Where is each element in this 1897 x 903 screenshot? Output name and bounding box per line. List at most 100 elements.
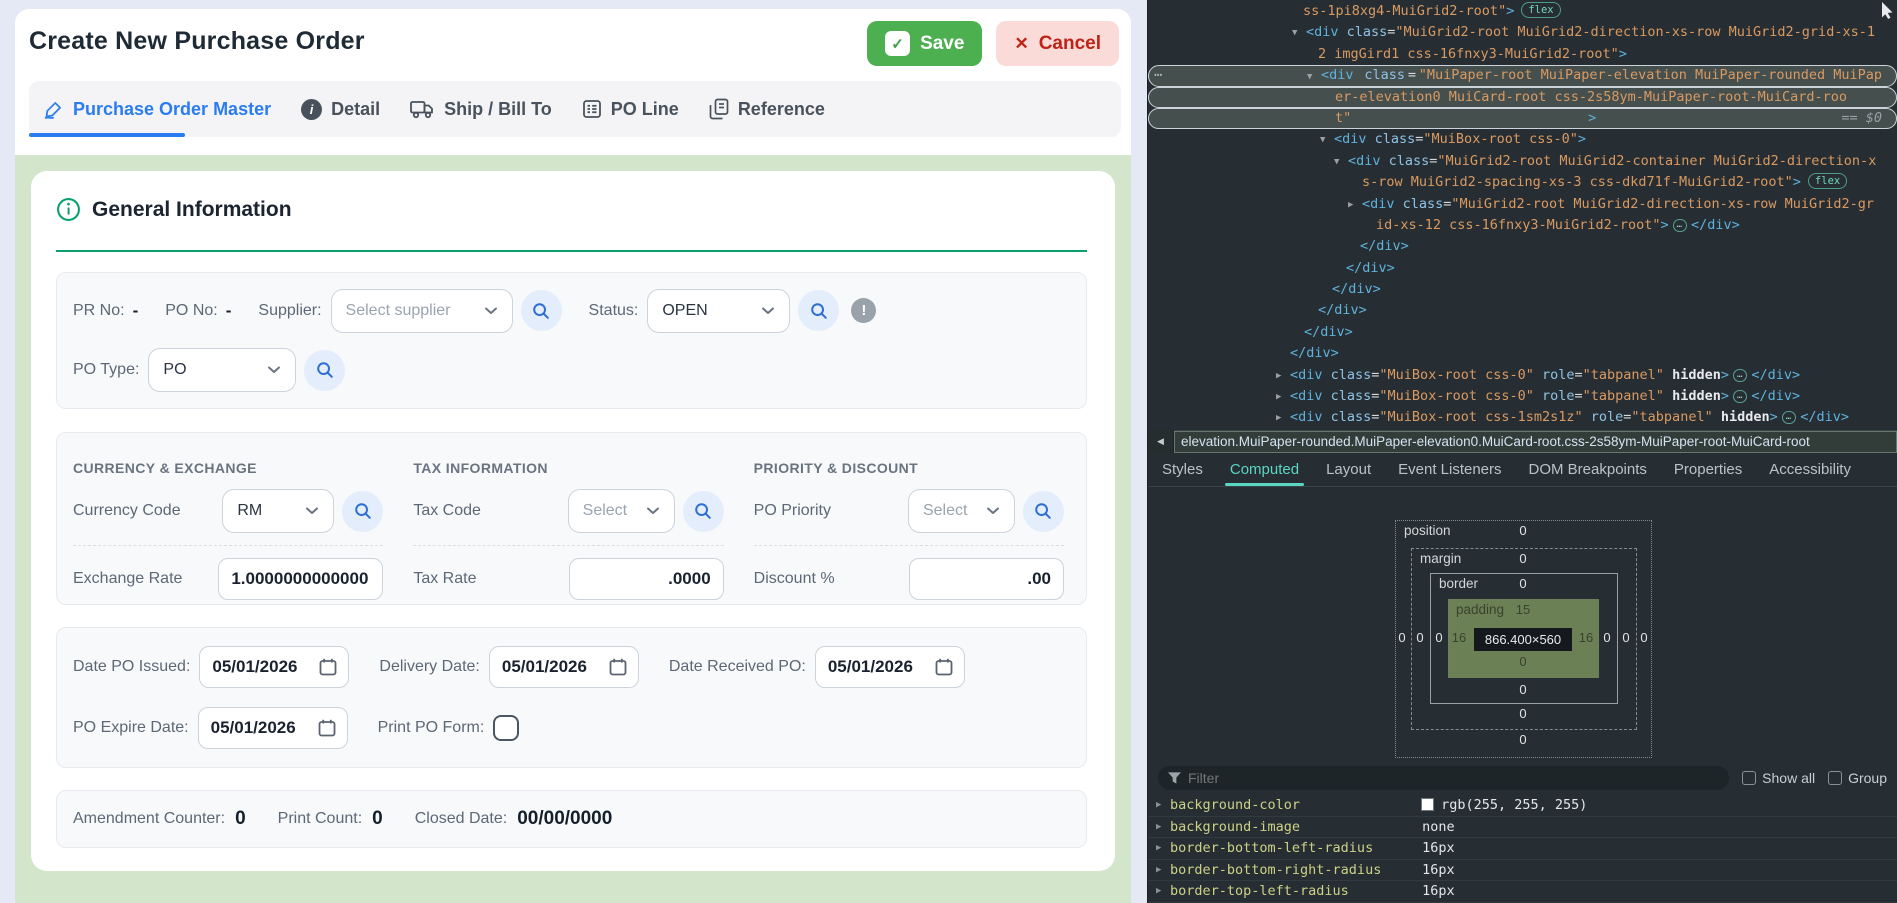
- tab-reference[interactable]: Reference: [709, 98, 825, 120]
- status-warning-icon[interactable]: !: [851, 298, 876, 323]
- expand-more-icon[interactable]: …: [1733, 390, 1747, 403]
- position-top-value[interactable]: 0: [1519, 523, 1526, 538]
- date-received-po-input[interactable]: 05/01/2026: [815, 646, 965, 688]
- color-swatch[interactable]: [1422, 799, 1433, 810]
- tab-layout[interactable]: Layout: [1326, 453, 1371, 486]
- tree-line[interactable]: ▼<div class="MuiGrid2-root MuiGrid2-cont…: [1148, 151, 1897, 172]
- tree-line[interactable]: er-elevation0 MuiCard-root css-2s58ym-Mu…: [1148, 87, 1897, 108]
- expand-more-icon[interactable]: …: [1733, 369, 1747, 382]
- supplier-select[interactable]: Select supplier: [331, 289, 513, 333]
- property-row-border-top-left-radius[interactable]: ▶ border-top-left-radius 16px: [1148, 881, 1897, 903]
- tab-event-listeners[interactable]: Event Listeners: [1398, 453, 1501, 486]
- currency-search-button[interactable]: [342, 491, 383, 532]
- tab-ship-bill-to[interactable]: Ship / Bill To: [410, 99, 552, 120]
- tree-line[interactable]: s-row MuiGrid2-spacing-xs-3 css-dkd71f-M…: [1148, 172, 1897, 193]
- checkbox-icon[interactable]: [1828, 771, 1842, 785]
- tree-line[interactable]: </div>: [1148, 279, 1897, 300]
- padding-bottom-value[interactable]: 0: [1519, 654, 1526, 669]
- exchange-rate-input[interactable]: 1.0000000000000: [218, 558, 383, 600]
- filter-input[interactable]: [1158, 766, 1729, 790]
- expand-arrow-icon[interactable]: ▶: [1276, 366, 1281, 387]
- disclosure-triangle-icon[interactable]: ▶: [1156, 817, 1161, 839]
- tree-line[interactable]: ▶<div class="MuiBox-root css-0" role="ta…: [1148, 386, 1897, 407]
- tree-line[interactable]: </div>: [1148, 300, 1897, 321]
- discount-input[interactable]: .00: [909, 558, 1064, 600]
- border-left-value[interactable]: 0: [1435, 630, 1442, 645]
- checkbox-icon[interactable]: [1742, 771, 1756, 785]
- border-bottom-value[interactable]: 0: [1519, 682, 1526, 697]
- tab-styles[interactable]: Styles: [1162, 453, 1203, 486]
- expand-more-icon[interactable]: …: [1673, 219, 1687, 232]
- tax-code-select[interactable]: Select: [568, 489, 675, 533]
- position-bottom-value[interactable]: 0: [1519, 732, 1526, 747]
- collapse-arrow-icon[interactable]: ▼: [1292, 23, 1297, 44]
- expand-arrow-icon[interactable]: ▶: [1276, 387, 1281, 408]
- tree-line[interactable]: id-xs-12 css-16fnxy3-MuiGrid2-root">…</d…: [1148, 215, 1897, 236]
- tab-detail[interactable]: i Detail: [301, 99, 380, 120]
- po-expire-date-input[interactable]: 05/01/2026: [198, 707, 348, 749]
- disclosure-triangle-icon[interactable]: ▶: [1156, 795, 1161, 817]
- breadcrumb[interactable]: elevation.MuiPaper-rounded.MuiPaper-elev…: [1174, 431, 1897, 453]
- date-po-issued-input[interactable]: 05/01/2026: [199, 646, 349, 688]
- expand-arrow-icon[interactable]: ▶: [1276, 408, 1281, 429]
- status-select[interactable]: OPEN: [647, 289, 790, 333]
- tree-line[interactable]: t"> == $0: [1148, 108, 1897, 129]
- tree-line[interactable]: ss-1pi8xg4-MuiGrid2-root">flex: [1148, 1, 1897, 22]
- margin-left-value[interactable]: 0: [1416, 630, 1423, 645]
- position-right-value[interactable]: 0: [1640, 630, 1647, 645]
- disclosure-triangle-icon[interactable]: ▶: [1156, 838, 1161, 860]
- border-right-value[interactable]: 0: [1603, 630, 1610, 645]
- tab-po-line[interactable]: PO Line: [582, 99, 679, 120]
- selected-row-more-icon[interactable]: ⋯: [1154, 65, 1163, 86]
- save-button[interactable]: ✓ Save: [867, 21, 982, 66]
- collapse-arrow-icon[interactable]: ▼: [1320, 130, 1325, 151]
- tree-line[interactable]: ▶<div class="MuiBox-root css-1sm2s1z" ro…: [1148, 407, 1897, 428]
- disclosure-triangle-icon[interactable]: ▶: [1156, 860, 1161, 882]
- padding-left-value[interactable]: 16: [1452, 630, 1466, 645]
- margin-top-value[interactable]: 0: [1519, 551, 1526, 566]
- breadcrumb-back-button[interactable]: ◀: [1148, 430, 1174, 453]
- expand-more-icon[interactable]: …: [1782, 411, 1796, 424]
- property-row-background-color[interactable]: ▶ background-color rgb(255, 255, 255): [1148, 795, 1897, 817]
- collapse-arrow-icon[interactable]: ▼: [1334, 152, 1339, 173]
- tree-line[interactable]: ▼<div class="MuiGrid2-root MuiGrid2-dire…: [1148, 22, 1897, 43]
- cancel-button[interactable]: ✕ Cancel: [996, 21, 1119, 66]
- tax-code-search-button[interactable]: [683, 491, 724, 532]
- border-top-value[interactable]: 0: [1519, 576, 1526, 591]
- po-type-select[interactable]: PO: [148, 348, 296, 392]
- tab-dom-breakpoints[interactable]: DOM Breakpoints: [1529, 453, 1647, 486]
- tab-computed[interactable]: Computed: [1230, 453, 1299, 486]
- tax-rate-input[interactable]: .0000: [569, 558, 724, 600]
- content-box[interactable]: 866.400×560: [1474, 628, 1572, 651]
- supplier-search-button[interactable]: [521, 290, 562, 331]
- po-priority-search-button[interactable]: [1023, 491, 1064, 532]
- tree-line[interactable]: </div>: [1148, 322, 1897, 343]
- property-row-background-image[interactable]: ▶ background-image none: [1148, 817, 1897, 839]
- disclosure-triangle-icon[interactable]: ▶: [1156, 881, 1161, 903]
- po-priority-select[interactable]: Select: [908, 489, 1015, 533]
- padding-top-value[interactable]: 15: [1516, 602, 1530, 617]
- po-type-search-button[interactable]: [304, 350, 345, 391]
- tree-line[interactable]: ▶<div class="MuiGrid2-root MuiGrid2-dire…: [1148, 194, 1897, 215]
- print-po-form-checkbox[interactable]: [493, 715, 519, 741]
- tab-properties[interactable]: Properties: [1674, 453, 1742, 486]
- tree-line[interactable]: </div>: [1148, 258, 1897, 279]
- show-all-checkbox[interactable]: Show all: [1742, 770, 1815, 786]
- currency-code-select[interactable]: RM: [222, 489, 334, 533]
- collapse-arrow-icon[interactable]: ▼: [1307, 67, 1312, 88]
- margin-bottom-value[interactable]: 0: [1519, 706, 1526, 721]
- tree-line[interactable]: 2 imgGird1 css-16fnxy3-MuiGrid2-root">: [1148, 44, 1897, 65]
- padding-right-value[interactable]: 16: [1579, 630, 1593, 645]
- tab-accessibility[interactable]: Accessibility: [1769, 453, 1851, 486]
- expand-arrow-icon[interactable]: ▶: [1348, 195, 1353, 216]
- margin-right-value[interactable]: 0: [1622, 630, 1629, 645]
- tree-line[interactable]: </div>: [1148, 343, 1897, 364]
- position-left-value[interactable]: 0: [1398, 630, 1405, 645]
- status-search-button[interactable]: [798, 290, 839, 331]
- tab-purchase-order-master[interactable]: Purchase Order Master: [43, 99, 271, 120]
- property-row-border-bottom-left-radius[interactable]: ▶ border-bottom-left-radius 16px: [1148, 838, 1897, 860]
- tree-line[interactable]: ⋯▼<div class="MuiPaper-root MuiPaper-ele…: [1148, 65, 1897, 86]
- tree-line[interactable]: </div>: [1148, 236, 1897, 257]
- tree-line[interactable]: ▶<div class="MuiBox-root css-0" role="ta…: [1148, 365, 1897, 386]
- delivery-date-input[interactable]: 05/01/2026: [489, 646, 639, 688]
